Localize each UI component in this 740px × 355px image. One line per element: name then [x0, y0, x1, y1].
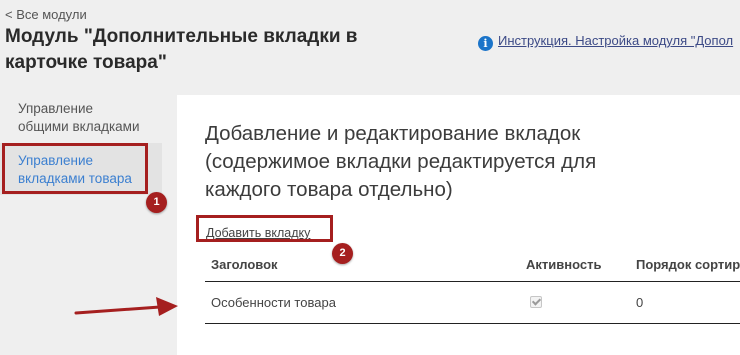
annotation-arrow-icon	[74, 297, 178, 316]
